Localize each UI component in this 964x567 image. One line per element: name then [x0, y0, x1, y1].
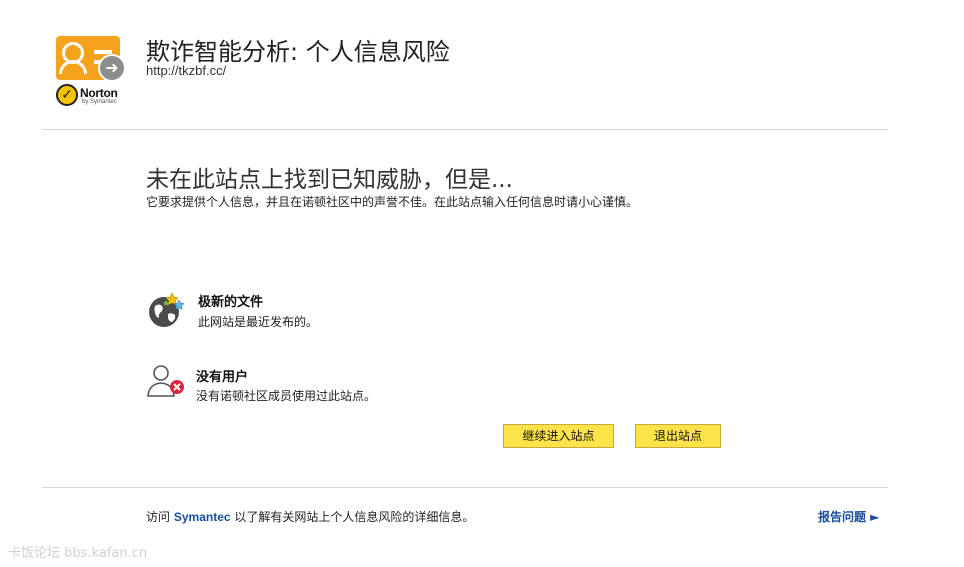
feature-no-users-desc: 没有诺顿社区成员使用过此站点。: [196, 389, 377, 403]
footer-suffix: 以了解有关网站上个人信息风险的详细信息。: [234, 510, 475, 524]
report-problem-link[interactable]: 报告问题 ►: [818, 508, 879, 525]
user-x-icon: [147, 365, 184, 397]
footer-prefix: 访问: [146, 510, 171, 524]
arrow-right-icon: ➜: [98, 54, 126, 82]
threat-description: 它要求提供个人信息，并且在诺顿社区中的声誉不佳。在此站点输入任何信息时请小心谨慎…: [146, 195, 639, 209]
top-divider: [42, 129, 888, 130]
feature-new-file-desc: 此网站是最近发布的。: [198, 315, 319, 329]
checkmark-icon: ✓: [56, 84, 78, 106]
feature-no-users-title: 没有用户: [196, 370, 249, 385]
exit-site-button[interactable]: 退出站点: [635, 424, 721, 448]
norton-logo: ➜ ✓ Norton by Symantec: [56, 34, 128, 110]
norton-wordmark: Norton: [80, 86, 118, 100]
feature-new-file-title: 极新的文件: [198, 295, 264, 310]
forum-watermark: 卡饭论坛 bbs.kafan.cn: [8, 546, 148, 561]
norton-badge: ✓ Norton by Symantec: [56, 84, 122, 108]
globe-stars-icon: [149, 292, 185, 327]
continue-to-site-button[interactable]: 继续进入站点: [503, 424, 614, 448]
norton-subtext: by Symantec: [82, 99, 117, 105]
footer-info: 访问 Symantec 以了解有关网站上个人信息风险的详细信息。: [146, 508, 474, 525]
threat-headline: 未在此站点上找到已知威胁，但是...: [146, 167, 513, 193]
bottom-divider: [42, 487, 888, 488]
site-url: http://tkzbf.cc/: [146, 63, 227, 78]
page-title: 欺诈智能分析: 个人信息风险: [146, 38, 450, 66]
symantec-link[interactable]: Symantec: [174, 510, 231, 524]
